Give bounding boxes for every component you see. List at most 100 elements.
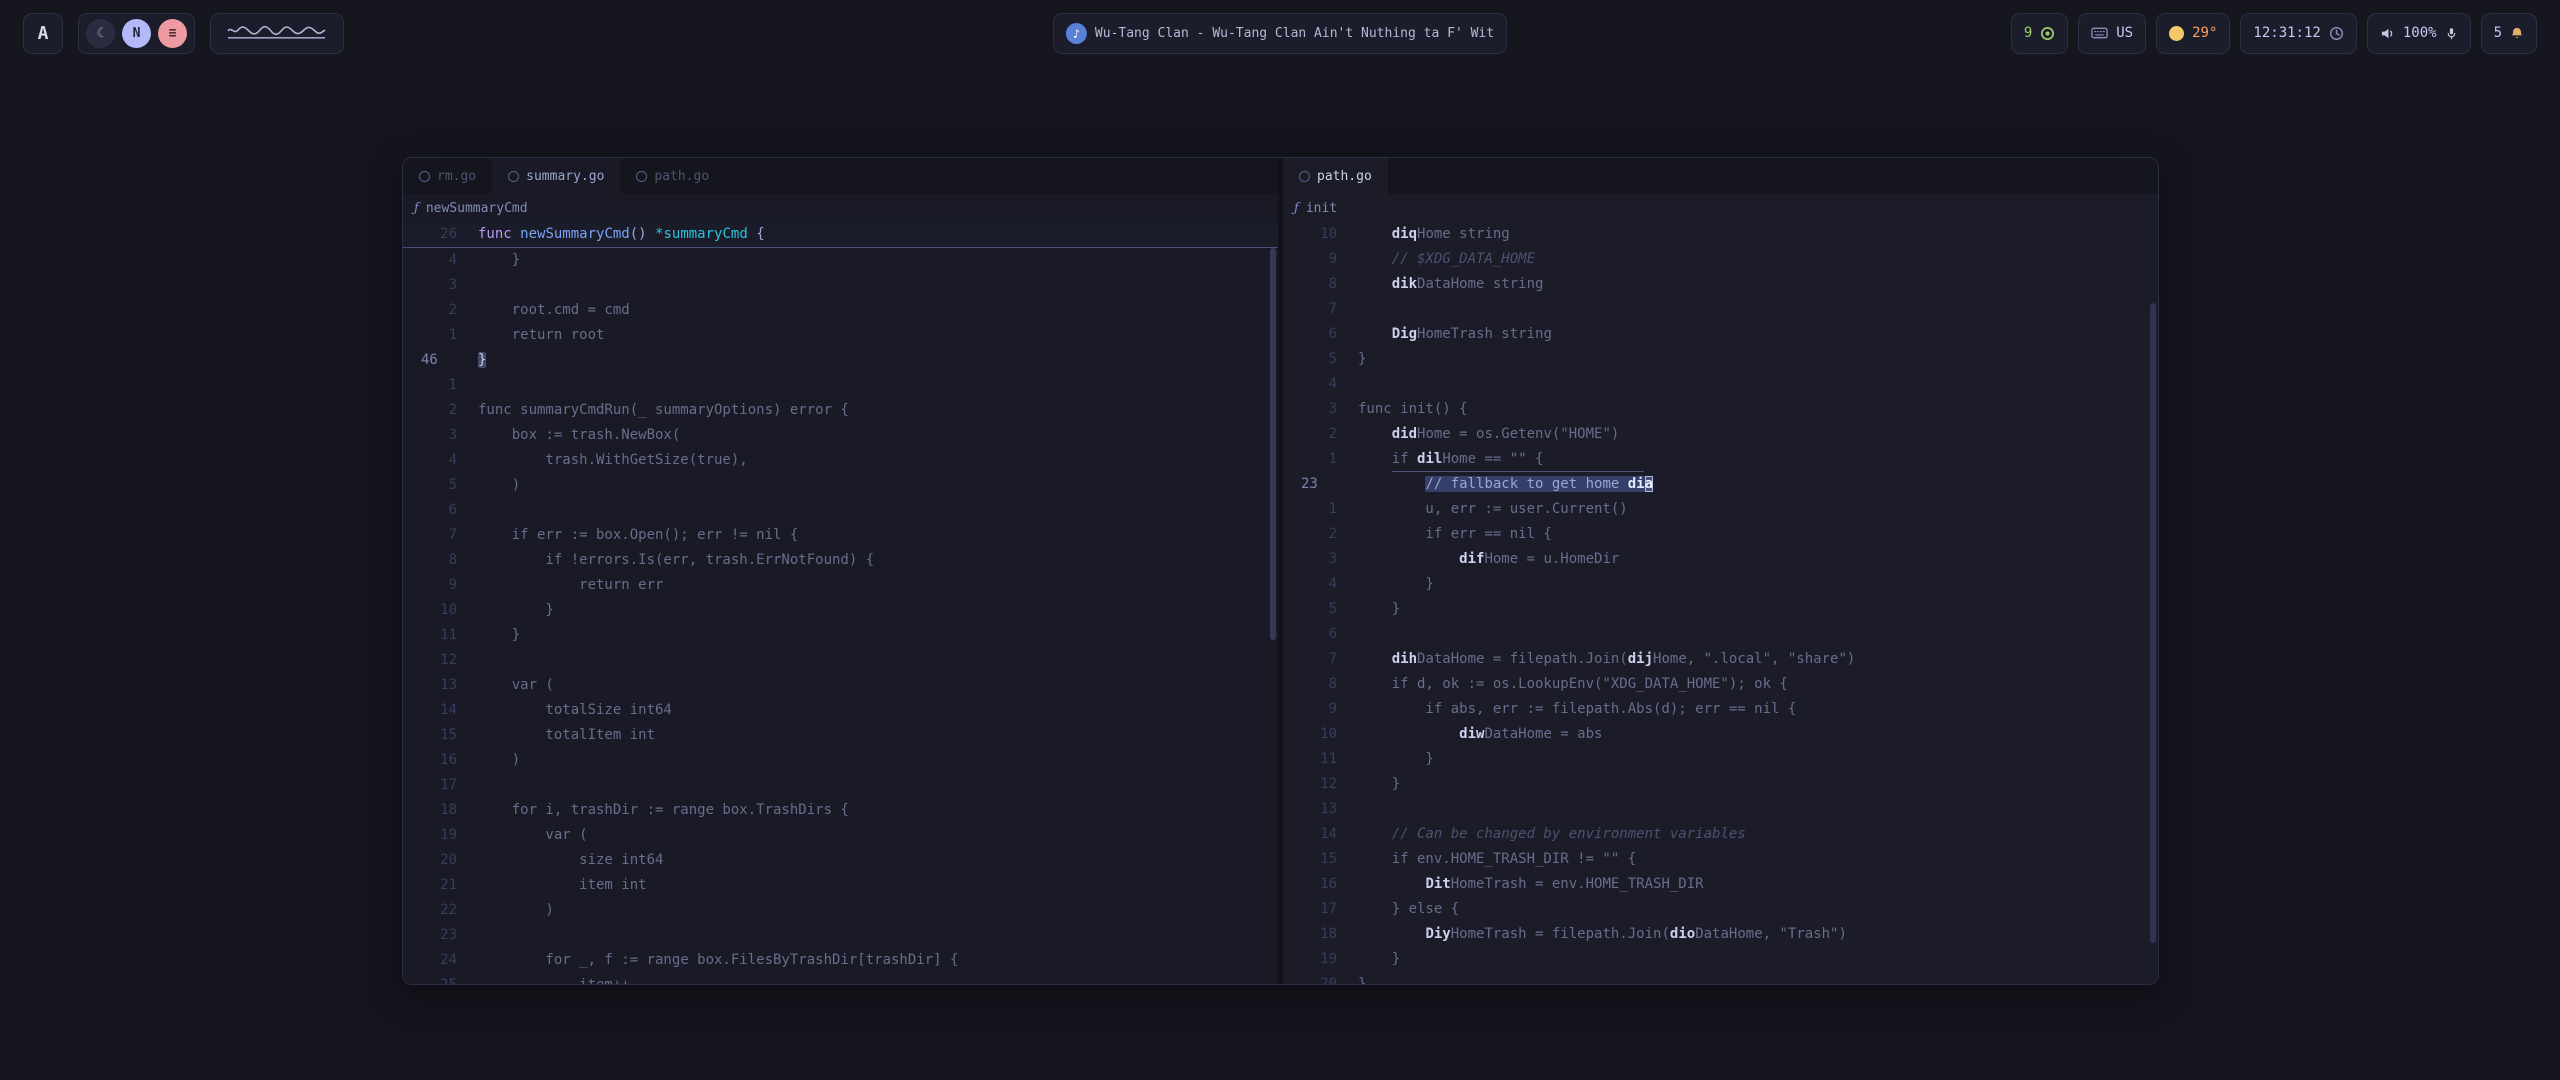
code-segment: Di <box>1425 926 1442 942</box>
code-line: 1 <box>403 373 1278 398</box>
code-text: } <box>1337 347 1366 372</box>
code-line: 8 if !errors.Is(err, trash.ErrNotFound) … <box>403 548 1278 573</box>
code-segment: } <box>478 602 554 618</box>
media-widget[interactable]: ♪ Wu-Tang Clan - Wu-Tang Clan Ain't Nuth… <box>1053 13 1507 54</box>
code-segment: DataHome string <box>1417 276 1543 292</box>
line-number: 17 <box>421 773 457 798</box>
code-text: return err <box>457 573 663 598</box>
code-line: 3func init() { <box>1283 397 2158 422</box>
code-line: 9 // $XDG_DATA_HOME <box>1283 247 2158 272</box>
volume-widget[interactable]: 100% <box>2367 13 2471 54</box>
code-segment: di <box>1417 451 1434 467</box>
window-title-widget[interactable] <box>210 13 344 54</box>
code-text: trash.WithGetSize(true), <box>457 448 748 473</box>
code-segment: () <box>630 226 647 242</box>
code-text <box>457 498 478 523</box>
line-number: 17 <box>1301 897 1337 922</box>
code-segment: } else { <box>1358 901 1459 917</box>
code-line: 5 } <box>1283 597 2158 622</box>
line-number: 9 <box>421 573 457 598</box>
context-line: 26func newSummaryCmd() *summaryCmd { <box>403 222 1278 248</box>
code-segment: item int <box>478 877 647 893</box>
line-number: 6 <box>1301 622 1337 647</box>
code-line: 8 dikDataHome string <box>1283 272 2158 297</box>
code-line: 3 box := trash.NewBox( <box>403 423 1278 448</box>
line-number: 19 <box>1301 947 1337 972</box>
record-ring-icon <box>2040 26 2055 41</box>
code-text: } <box>457 598 554 623</box>
tab-bar-right: path.go <box>1283 158 2158 194</box>
tab-path.go[interactable]: path.go <box>1283 158 1388 194</box>
clock-widget[interactable]: 12:31:12 <box>2240 13 2356 54</box>
notifications-widget[interactable]: 5 <box>2481 13 2537 54</box>
media-title: Wu-Tang Clan - Wu-Tang Clan Ain't Nuthin… <box>1095 26 1494 41</box>
code-line: 9 return err <box>403 573 1278 598</box>
code-segment: totalItem int <box>478 727 655 743</box>
code-segment: if <box>1358 451 1417 467</box>
line-number: 12 <box>421 648 457 673</box>
line-number: 2 <box>1301 522 1337 547</box>
workspace-browser[interactable]: ☾ <box>86 19 115 48</box>
code-segment: size int64 <box>478 852 663 868</box>
line-number: 14 <box>421 698 457 723</box>
code-segment: func <box>478 226 512 242</box>
code-text: box := trash.NewBox( <box>457 423 680 448</box>
code-line: 4 } <box>403 248 1278 273</box>
line-number: 4 <box>421 448 457 473</box>
code-area-left[interactable]: 4 }32 root.cmd = cmd1 return root46}12fu… <box>403 248 1278 984</box>
code-segment: // fallback to get home <box>1425 476 1627 492</box>
code-area-right[interactable]: 10 diqHome string9 // $XDG_DATA_HOME8 di… <box>1283 222 2158 984</box>
line-number: 7 <box>421 523 457 548</box>
code-text: } <box>1337 597 1400 622</box>
tab-path.go[interactable]: path.go <box>620 158 725 194</box>
line-number: 26 <box>421 222 457 247</box>
code-text: ) <box>457 748 520 773</box>
code-text: if err == nil { <box>1337 522 1552 547</box>
code-text: } <box>1337 947 1400 972</box>
comment-text: // $XDG_DATA_HOME <box>1358 251 1535 267</box>
code-segment: return root <box>478 327 604 343</box>
code-segment: if err := box.Open(); err != nil { <box>478 527 798 543</box>
code-line: 1 u, err := user.Current() <box>1283 497 2158 522</box>
launcher-button[interactable]: A <box>23 13 63 54</box>
line-number: 20 <box>421 848 457 873</box>
tab-rm.go[interactable]: rm.go <box>403 158 492 194</box>
code-segment: di <box>1628 476 1645 492</box>
code-segment: Home string <box>1417 226 1510 242</box>
code-line: 3 <box>403 273 1278 298</box>
code-text: } <box>1337 747 1434 772</box>
code-segment <box>1358 326 1392 342</box>
code-text: ) <box>457 898 554 923</box>
code-segment: } <box>478 352 486 368</box>
recorder-widget[interactable]: 9 <box>2011 13 2068 54</box>
workspace-docs[interactable]: ≡ <box>158 19 187 48</box>
scrollbar[interactable] <box>2150 303 2156 943</box>
code-segment <box>1358 426 1392 442</box>
workspace-notes[interactable]: N <box>122 19 151 48</box>
code-text: DigHomeTrash string <box>1337 322 1552 347</box>
code-segment: } <box>1358 776 1400 792</box>
code-text: totalItem int <box>457 723 655 748</box>
weather-widget[interactable]: 29° <box>2156 13 2230 54</box>
comment-text: // Can be changed by environment variabl… <box>1358 826 1746 842</box>
code-line: 6 DigHomeTrash string <box>1283 322 2158 347</box>
code-segment: q <box>1409 226 1417 242</box>
code-segment: Home = os.Getenv("HOME") <box>1417 426 1619 442</box>
scrollbar[interactable] <box>1270 248 1276 640</box>
code-line: 21 item int <box>403 873 1278 898</box>
tab-summary.go[interactable]: summary.go <box>492 158 620 194</box>
code-line: 23 <box>403 923 1278 948</box>
line-number: 6 <box>421 498 457 523</box>
code-text: DiyHomeTrash = filepath.Join(dioDataHome… <box>1337 922 1847 947</box>
code-line: 22 ) <box>403 898 1278 923</box>
bell-icon <box>2510 26 2524 41</box>
code-segment: } <box>1358 351 1366 367</box>
code-segment <box>1358 476 1425 492</box>
keyboard-layout: US <box>2116 25 2133 41</box>
go-file-icon <box>419 171 430 182</box>
code-line: 2 root.cmd = cmd <box>403 298 1278 323</box>
line-number: 16 <box>421 748 457 773</box>
code-line: 18 DiyHomeTrash = filepath.Join(dioDataH… <box>1283 922 2158 947</box>
code-segment: for _, f := range box.FilesByTrashDir[tr… <box>478 952 958 968</box>
keyboard-layout-widget[interactable]: US <box>2078 13 2146 54</box>
